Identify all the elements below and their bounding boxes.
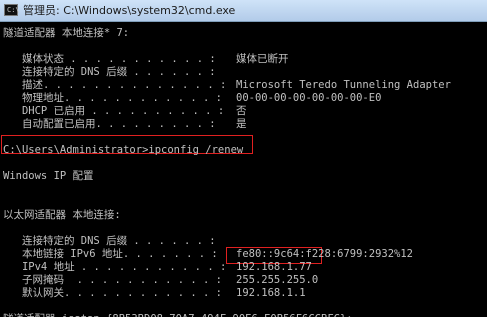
console-line: C:\Users\Administrator>ipconfig /renew (3, 144, 483, 157)
console-line: 本地链接 IPv6 地址. . . . . . . : fe80::9c64:f2… (3, 248, 483, 261)
cmd-icon-glyph: C:\ (7, 6, 20, 14)
console-line-text: 隧道适配器 isatap.{8B53BD08-70A7-494F-90E6-E0… (3, 313, 353, 317)
console-line: DHCP 已启用 . . . . . . . . . . : 否 (3, 105, 483, 118)
console-line-value: 00-00-00-00-00-00-00-E0 (236, 92, 382, 104)
console-line-text: 连接特定的 DNS 后缀 . . . . . . : (3, 66, 216, 78)
console-output[interactable]: 隧道适配器 本地连接* 7: 媒体状态 . . . . . . . . . . … (0, 22, 487, 317)
console-line: 以太网适配器 本地连接: (3, 209, 483, 222)
console-line: 隧道适配器 isatap.{8B53BD08-70A7-494F-90E6-E0… (3, 313, 483, 317)
console-line: 自动配置已启用. . . . . . . . . : 是 (3, 118, 483, 131)
console-line-text: 子网掩码 . . . . . . . . . . . : (3, 274, 223, 286)
console-line-text: 连接特定的 DNS 后缀 . . . . . . : (3, 235, 216, 247)
console-line-text: 以太网适配器 本地连接: (3, 209, 121, 221)
console-line: Windows IP 配置 (3, 170, 483, 183)
console-line-value: 192.168.1.77 (236, 261, 312, 273)
console-line-value: 媒体已断开 (236, 53, 289, 65)
cmd-window: C:\ 管理员: C:\Windows\system32\cmd.exe 隧道适… (0, 0, 487, 317)
console-line: 隧道适配器 本地连接* 7: (3, 27, 483, 40)
console-line-text: Windows IP 配置 (3, 170, 94, 182)
console-line-value: fe80::9c64:f228:6799:2932%12 (236, 248, 414, 260)
console-line: 子网掩码 . . . . . . . . . . . : 255.255.255.… (3, 274, 483, 287)
console-line-text: DHCP 已启用 . . . . . . . . . . : (3, 105, 225, 117)
console-line-text: 物理地址. . . . . . . . . . . . : (3, 92, 223, 104)
console-line: IPv4 地址 . . . . . . . . . . . : 192.168.1… (3, 261, 483, 274)
console-line-text: 媒体状态 . . . . . . . . . . . : (3, 53, 216, 65)
console-line-value: Microsoft Teredo Tunneling Adapter (236, 79, 451, 91)
console-line-value: 是 (236, 118, 247, 130)
console-line-text: 自动配置已启用. . . . . . . . . : (3, 118, 216, 130)
console-line: 描述. . . . . . . . . . . . . . : Microsoft… (3, 79, 483, 92)
cmd-icon[interactable]: C:\ (4, 4, 20, 16)
console-line-text: 本地链接 IPv6 地址. . . . . . . : (3, 248, 218, 260)
console-line-text: 描述. . . . . . . . . . . . . . : (3, 79, 227, 91)
console-line: 物理地址. . . . . . . . . . . . : 00-00-00-00… (3, 92, 483, 105)
title-bar[interactable]: C:\ 管理员: C:\Windows\system32\cmd.exe (0, 0, 487, 22)
console-line: 连接特定的 DNS 后缀 . . . . . . : (3, 66, 483, 79)
console-line-value: 255.255.255.0 (236, 274, 319, 286)
console-line: 默认网关. . . . . . . . . . . . : 192.168.1.1 (3, 287, 483, 300)
console-line: 连接特定的 DNS 后缀 . . . . . . : (3, 235, 483, 248)
window-title: 管理员: C:\Windows\system32\cmd.exe (23, 4, 236, 17)
console-line-value: 192.168.1.1 (236, 287, 306, 299)
console-line-value: 否 (236, 105, 247, 117)
console-line-text: 隧道适配器 本地连接* 7: (3, 27, 130, 39)
console-line-text: IPv4 地址 . . . . . . . . . . . : (3, 261, 227, 273)
console-line-text: C:\Users\Administrator>ipconfig /renew (3, 144, 244, 156)
console-line-text: 默认网关. . . . . . . . . . . . : (3, 287, 223, 299)
console-line: 媒体状态 . . . . . . . . . . . : 媒体已断开 (3, 53, 483, 66)
